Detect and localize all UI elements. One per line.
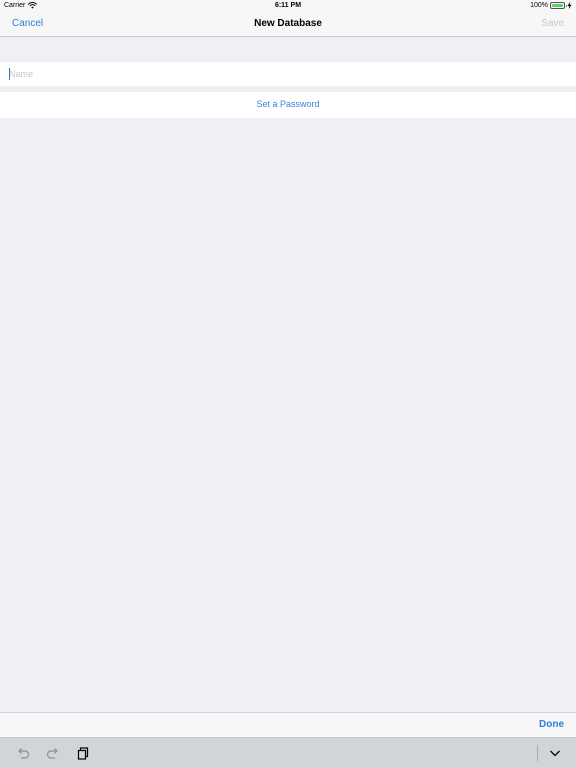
page-title: New Database [254, 18, 322, 29]
name-cell [0, 62, 576, 86]
paste-icon[interactable] [76, 746, 90, 760]
charging-icon [567, 2, 572, 9]
keyboard-accessory-bar: Done [0, 712, 576, 737]
status-time: 6:11 PM [274, 2, 302, 9]
battery-percent: 100% [530, 2, 548, 9]
save-button[interactable]: Save [541, 18, 564, 29]
text-cursor [9, 68, 10, 80]
shortcut-divider [537, 745, 538, 761]
screen: Carrier 6:11 PM 100% Cancel New Database [0, 0, 576, 768]
set-password-button[interactable]: Set a Password [0, 92, 576, 118]
undo-icon[interactable] [16, 746, 30, 760]
name-field[interactable] [8, 62, 568, 86]
done-button[interactable]: Done [539, 719, 564, 730]
dismiss-keyboard-icon[interactable] [548, 746, 562, 760]
battery-icon [550, 2, 567, 9]
set-password-label: Set a Password [256, 99, 320, 109]
redo-icon[interactable] [46, 746, 60, 760]
status-bar: Carrier 6:11 PM 100% [0, 0, 576, 12]
navigation-bar: Cancel New Database Save [0, 12, 576, 37]
status-right: 100% [530, 2, 572, 9]
keyboard-shortcut-bar [0, 737, 576, 768]
